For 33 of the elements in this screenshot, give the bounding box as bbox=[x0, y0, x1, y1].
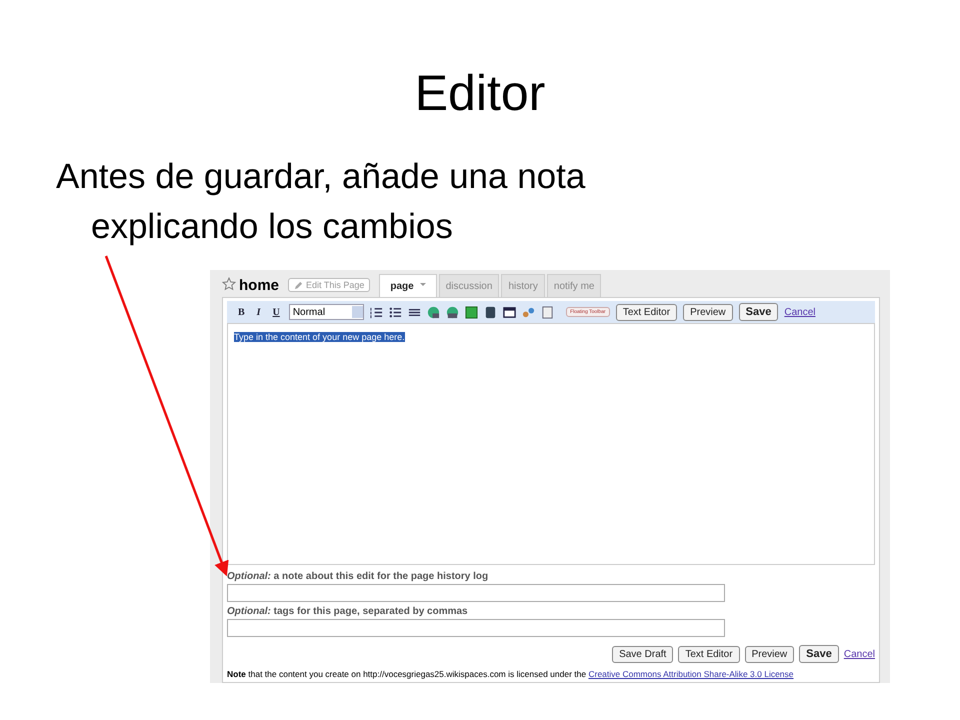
tags-field-label: Optional: tags for this page, separated by commas bbox=[227, 606, 469, 617]
widget-icon[interactable] bbox=[522, 306, 535, 318]
tags-input-field[interactable] bbox=[227, 619, 725, 637]
window-icon[interactable] bbox=[502, 306, 516, 318]
file-icon[interactable] bbox=[540, 306, 554, 318]
page-title: home bbox=[239, 277, 280, 294]
license-link[interactable]: Creative Commons Attribution Share-Alike 3.0 License bbox=[588, 669, 794, 679]
format-button[interactable]: I bbox=[254, 306, 264, 318]
pencil-icon bbox=[294, 280, 304, 290]
note-field-label: Optional: a note about this edit for the page history log bbox=[227, 571, 490, 582]
image-icon[interactable] bbox=[464, 306, 478, 318]
tab[interactable]: page bbox=[379, 274, 437, 297]
toolbar-button[interactable]: Save bbox=[738, 303, 778, 321]
cancel-link[interactable]: Cancel bbox=[784, 306, 816, 318]
form-button[interactable]: Text Editor bbox=[678, 646, 740, 662]
note-input-field[interactable] bbox=[227, 584, 725, 602]
toolbar-button[interactable]: Preview bbox=[683, 304, 733, 320]
selected-text: Type in the content of your new page here. bbox=[234, 332, 405, 342]
bullet-text: Antes de guardar, añade una nota explicando los cambios bbox=[56, 156, 586, 248]
format-button[interactable]: U bbox=[270, 306, 283, 318]
cancel-link[interactable]: Cancel bbox=[844, 648, 875, 660]
toolbar-button[interactable]: Text Editor bbox=[616, 304, 678, 320]
form-button[interactable]: Save bbox=[799, 645, 839, 663]
editor-area[interactable]: Type in the content of your new page here. bbox=[227, 323, 875, 565]
form-button[interactable]: Save Draft bbox=[612, 646, 674, 662]
numbered-list-icon[interactable] bbox=[370, 306, 383, 318]
form-button[interactable]: Preview bbox=[744, 646, 794, 662]
style-select[interactable]: Normal bbox=[288, 304, 364, 320]
slide-title: Editor bbox=[414, 64, 546, 123]
format-button[interactable]: B bbox=[235, 306, 248, 318]
license-notice: Note that the content you create on http://vocesgriegas25.wikispaces.com is licensed under the Creative Commons Attribution Share-Alike 3.0 License bbox=[227, 669, 795, 679]
star-icon[interactable] bbox=[222, 277, 236, 291]
bullet-list-icon[interactable] bbox=[388, 306, 402, 318]
